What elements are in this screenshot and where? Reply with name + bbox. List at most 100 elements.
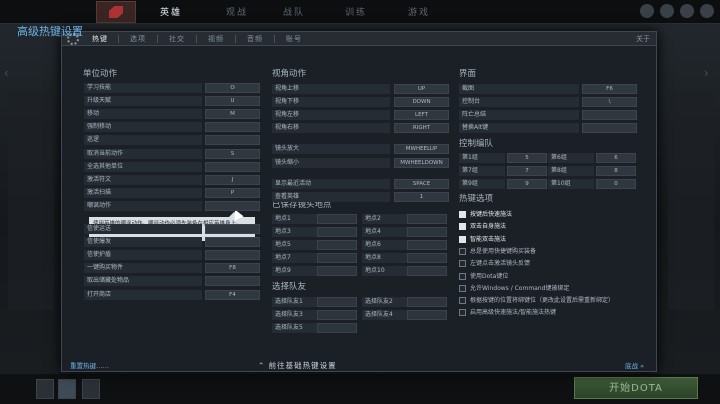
checkbox-box[interactable] — [459, 235, 466, 243]
checkbox-option[interactable]: 允许Windows / Command键被绑定 — [459, 284, 654, 293]
checkbox-box[interactable] — [459, 297, 466, 305]
profile-icon[interactable] — [700, 4, 714, 18]
checkbox-option[interactable]: 根据按键的位置将绑键位（更改此设置后需重新绑定） — [459, 296, 654, 305]
legacy-link[interactable]: 底战 » — [625, 360, 644, 370]
select-ally-key[interactable] — [407, 310, 447, 321]
camera-location-key[interactable] — [317, 240, 357, 251]
bottom-item-1[interactable] — [36, 379, 54, 399]
reset-hotkeys-link[interactable]: 重置热键…… — [70, 360, 109, 370]
hotkey-binding[interactable] — [582, 110, 637, 121]
hotkey-binding[interactable]: LEFT — [394, 110, 449, 121]
hotkey-binding[interactable]: J — [205, 174, 260, 185]
left-arrow-icon[interactable]: ‹ — [4, 66, 22, 80]
tab-audio[interactable]: 音频 — [247, 34, 263, 44]
hotkey-binding[interactable] — [205, 224, 260, 234]
hotkey-binding[interactable]: UP — [394, 84, 449, 94]
play-dota-button[interactable]: 开始DOTA — [574, 377, 698, 399]
camera-location-key[interactable] — [317, 253, 357, 264]
nav-watch[interactable]: 观战 — [226, 5, 248, 18]
checkbox-box[interactable] — [459, 247, 466, 255]
hotkey-binding[interactable]: M — [205, 109, 260, 120]
hotkey-binding[interactable]: DOWN — [394, 97, 449, 108]
hotkey-binding[interactable]: S — [205, 148, 260, 159]
hotkey-binding[interactable]: RIGHT — [394, 123, 449, 134]
camera-location-key[interactable] — [317, 214, 357, 224]
hotkey-binding[interactable] — [205, 237, 260, 248]
nav-learn[interactable]: 训练 — [345, 5, 367, 18]
hotkey-binding[interactable]: MWHEELDOWN — [394, 157, 449, 168]
hotkey-binding[interactable]: F6 — [582, 84, 637, 94]
hotkey-binding[interactable] — [205, 135, 260, 146]
basic-hotkeys-button[interactable]: ⌃ 前往基础热键设置 — [258, 360, 337, 371]
top-bar: 英雄 观战 战队 训练 游戏 — [0, 0, 720, 24]
select-ally-key[interactable] — [317, 323, 357, 334]
hotkey-binding[interactable] — [205, 276, 260, 287]
checkbox-box[interactable] — [459, 211, 466, 218]
nav-heroes[interactable]: 英雄 — [160, 5, 182, 18]
checkbox-option[interactable]: 双击自身施法 — [459, 222, 654, 231]
select-ally-key[interactable] — [407, 297, 447, 307]
checkbox-option[interactable]: 按键后快速施法 — [459, 210, 654, 219]
nav-team[interactable]: 战队 — [283, 5, 305, 18]
hotkey-binding[interactable] — [205, 161, 260, 172]
checkbox-box[interactable] — [459, 309, 466, 317]
hotkey-binding[interactable] — [205, 122, 260, 133]
control-group-key[interactable]: 5 — [507, 153, 547, 163]
hotkey-binding[interactable]: \ — [582, 97, 637, 108]
checkbox-option[interactable]: 总是使用快捷键购买装备 — [459, 247, 654, 256]
section-hotkey-options: 热键选项 — [459, 194, 494, 204]
checkbox-box[interactable] — [459, 284, 466, 292]
hotkey-binding[interactable]: MWHEELUP — [394, 144, 449, 155]
control-group-key[interactable]: 6 — [596, 153, 636, 163]
control-group-key[interactable]: 0 — [596, 179, 636, 190]
tab-video[interactable]: 视频 — [208, 34, 224, 44]
control-group-key[interactable]: 8 — [596, 166, 636, 177]
bottom-item-3[interactable] — [82, 379, 100, 399]
camera-location-key[interactable] — [407, 266, 447, 277]
hotkey-binding[interactable]: F8 — [205, 263, 260, 274]
bottom-item-2[interactable] — [58, 379, 76, 399]
hotkey-binding[interactable]: P — [205, 187, 260, 198]
dota-logo-icon[interactable] — [96, 1, 136, 23]
camera-location-key[interactable] — [407, 227, 447, 238]
hotkey-binding[interactable]: U — [205, 96, 260, 107]
tab-options[interactable]: 选项 — [130, 34, 146, 44]
tab-social[interactable]: 社交 — [169, 34, 185, 44]
hotkey-binding[interactable] — [205, 200, 260, 211]
camera-location-key[interactable] — [407, 214, 447, 224]
select-ally-key[interactable] — [317, 297, 357, 307]
hotkey-label: 信使护盾 — [84, 250, 202, 261]
notification-icon[interactable] — [660, 4, 674, 18]
tab-hotkeys[interactable]: 热键 — [92, 34, 108, 44]
hotkey-binding[interactable] — [205, 250, 260, 261]
checkbox-box[interactable] — [459, 223, 466, 231]
select-ally-label: 选择队友4 — [362, 310, 407, 321]
checkbox-option[interactable]: 智能双击施法 — [459, 235, 654, 244]
checkbox-box[interactable] — [459, 272, 466, 280]
checkbox-label: 根据按键的位置将绑键位（更改此设置后需重新绑定） — [470, 297, 615, 305]
checkbox-option[interactable]: 左键点击激活镜头反馈 — [459, 259, 654, 268]
control-group-key[interactable]: 7 — [507, 166, 547, 177]
hotkey-binding[interactable]: SPACE — [394, 178, 449, 189]
friends-icon[interactable] — [680, 4, 694, 18]
tab-account[interactable]: 账号 — [286, 34, 302, 44]
camera-location-key[interactable] — [317, 266, 357, 277]
camera-location-key[interactable] — [407, 240, 447, 251]
select-ally-key[interactable] — [317, 310, 357, 321]
settings-icon[interactable] — [640, 4, 654, 18]
checkbox-option[interactable]: 启用高级快速施法/智能施法热键 — [459, 308, 654, 317]
hotkey-binding[interactable]: O — [205, 83, 260, 93]
camera-location-key[interactable] — [407, 253, 447, 264]
checkbox-box[interactable] — [459, 260, 466, 268]
hotkey-binding[interactable]: F4 — [205, 289, 260, 300]
camera-location-key[interactable] — [317, 227, 357, 238]
tab-separator — [274, 35, 275, 43]
checkbox-label: 允许Windows / Command键被绑定 — [470, 284, 570, 292]
about-button[interactable]: 关于 — [636, 34, 650, 44]
nav-games[interactable]: 游戏 — [408, 5, 430, 18]
control-group-key[interactable]: 9 — [507, 179, 547, 190]
hotkey-binding[interactable] — [582, 123, 637, 134]
checkbox-option[interactable]: 使用Dota键位 — [459, 272, 654, 281]
hotkey-binding[interactable]: 1 — [394, 191, 449, 202]
right-arrow-icon[interactable]: › — [704, 66, 720, 80]
